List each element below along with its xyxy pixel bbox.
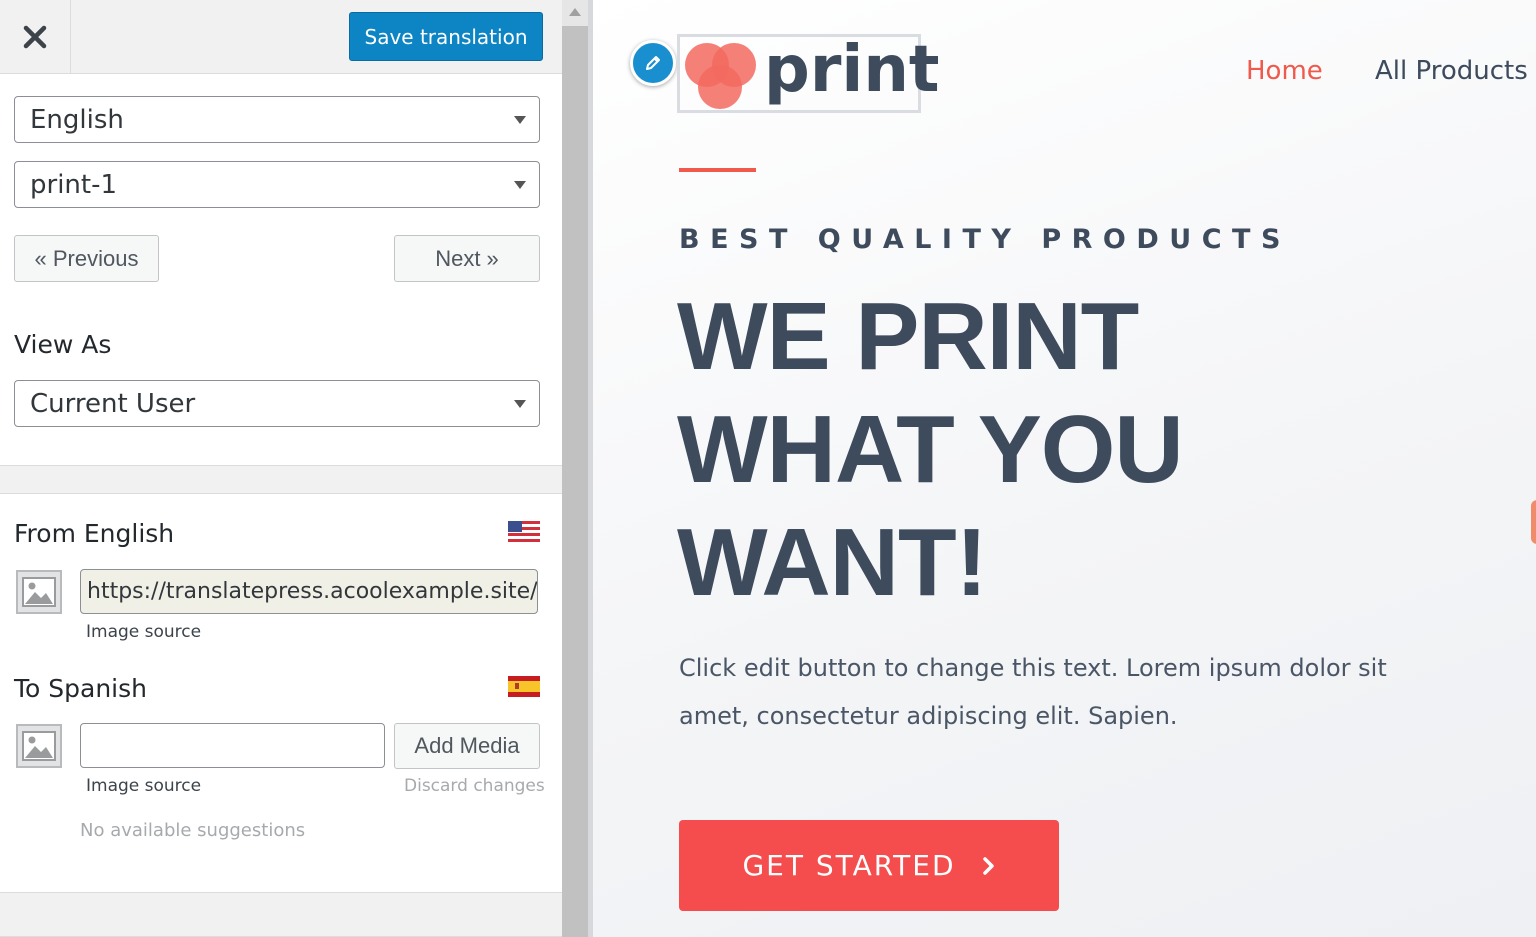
scroll-up-arrow-icon[interactable] — [569, 8, 581, 16]
caret-down-icon — [514, 400, 526, 408]
translation-image-hint: Image source — [86, 776, 202, 796]
from-language-label: From English — [14, 519, 175, 548]
panel-scrollbar[interactable] — [562, 0, 588, 937]
site-preview: print Home All Products BEST QUALITY PRO… — [593, 0, 1536, 937]
save-translation-button[interactable]: Save translation — [349, 12, 543, 61]
accent-line — [679, 168, 756, 172]
add-media-button[interactable]: Add Media — [394, 723, 540, 769]
close-icon — [23, 25, 47, 49]
string-select[interactable]: print-1 — [14, 161, 540, 208]
source-image-hint: Image source — [86, 622, 202, 642]
us-flag-icon — [508, 521, 540, 542]
scrollbar-thumb[interactable] — [562, 26, 588, 937]
source-image-url-field[interactable]: https://translatepress.acoolexample.site… — [80, 569, 538, 614]
nav-link-home[interactable]: Home — [1246, 56, 1323, 86]
language-select[interactable]: English — [14, 96, 540, 143]
chevron-right-icon — [982, 856, 994, 875]
get-started-button[interactable]: GET STARTED — [679, 820, 1059, 911]
translation-editor-panel: Save translation English print-1 « Previ… — [0, 0, 562, 937]
hero-headline: WE PRINT WHAT YOU WANT! — [677, 280, 1397, 619]
close-button[interactable] — [0, 0, 71, 74]
previous-button[interactable]: « Previous — [14, 235, 159, 282]
image-placeholder-icon — [16, 724, 62, 768]
editor-toolbar: Save translation — [0, 0, 562, 74]
view-as-label: View As — [14, 330, 112, 359]
section-divider — [0, 465, 562, 494]
site-logo[interactable]: print — [677, 33, 939, 113]
view-as-select[interactable]: Current User — [14, 380, 540, 427]
edit-translation-button[interactable] — [630, 40, 676, 86]
next-button[interactable]: Next » — [394, 235, 540, 282]
hero-body-text: Click edit button to change this text. L… — [679, 654, 1387, 730]
partial-element-edge — [1531, 500, 1536, 544]
hero-eyebrow: BEST QUALITY PRODUCTS — [679, 224, 1291, 255]
section-divider — [0, 892, 562, 937]
language-select-value: English — [30, 104, 124, 135]
spain-flag-icon — [508, 676, 540, 697]
to-language-label: To Spanish — [14, 674, 147, 703]
discard-changes-link[interactable]: Discard changes — [404, 776, 545, 796]
hero-headline-line: WANT! — [677, 509, 988, 616]
view-as-select-value: Current User — [30, 388, 196, 419]
translation-image-url-field[interactable] — [80, 723, 385, 768]
logo-circles-icon — [685, 43, 756, 109]
get-started-label: GET STARTED — [742, 849, 956, 882]
caret-down-icon — [514, 116, 526, 124]
logo-text: print — [764, 33, 940, 107]
pencil-icon — [646, 56, 660, 70]
image-placeholder-icon — [16, 570, 62, 614]
string-select-value: print-1 — [30, 169, 118, 200]
hero-headline-line: WE PRINT — [677, 283, 1139, 390]
nav-link-all-products[interactable]: All Products — [1375, 56, 1528, 86]
caret-down-icon — [514, 181, 526, 189]
suggestions-text: No available suggestions — [80, 820, 306, 841]
hero-headline-line: WHAT YOU — [677, 396, 1184, 503]
